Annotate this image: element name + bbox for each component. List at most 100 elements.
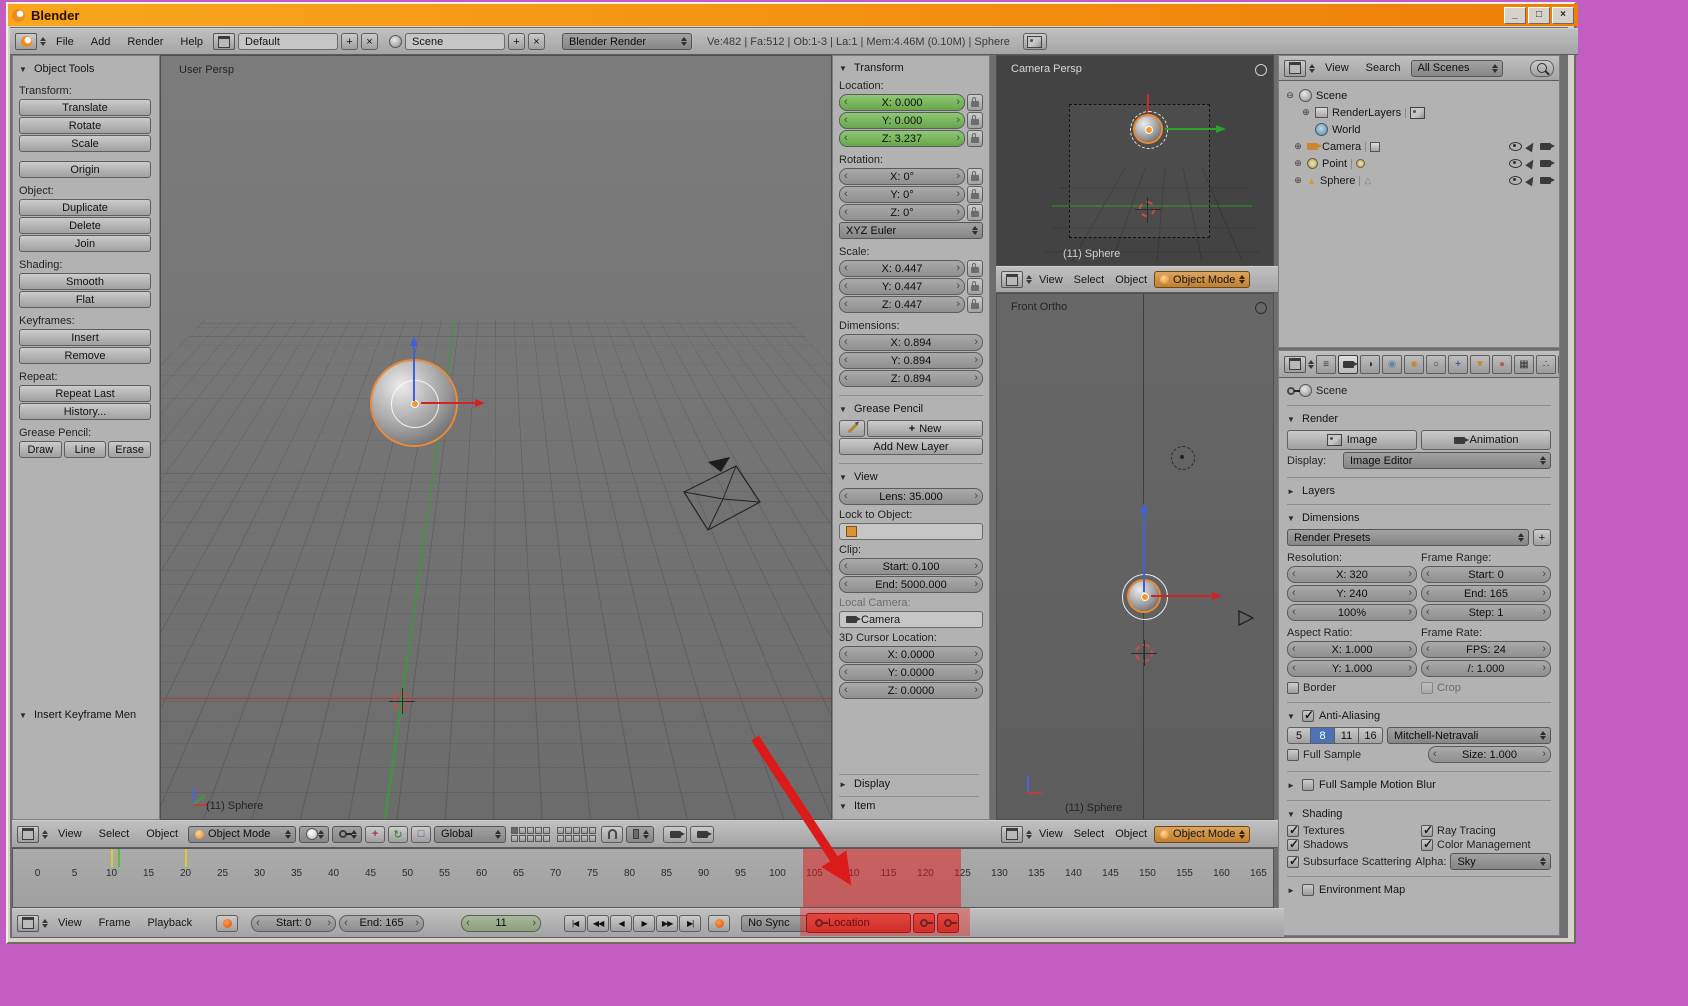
translate-button[interactable]: Translate	[19, 99, 151, 116]
resolution-pct-field[interactable]: 100%	[1287, 604, 1417, 621]
menu-playback[interactable]: Playback	[140, 917, 199, 929]
menu-search[interactable]: Search	[1359, 62, 1408, 74]
gp-draw-mode-button[interactable]	[839, 420, 865, 437]
aa-samples-16[interactable]: 16	[1359, 727, 1383, 744]
frame-start-field[interactable]: Start: 0	[1421, 566, 1551, 583]
snap-toggle[interactable]	[601, 825, 624, 843]
tab-texture[interactable]: ▦	[1514, 354, 1534, 374]
lock-rotation-z-button[interactable]	[967, 204, 983, 221]
frame-end-field[interactable]: End: 165	[339, 914, 425, 932]
editor-type-button[interactable]	[17, 825, 39, 843]
antialiasing-panel-header[interactable]: Anti-Aliasing	[1287, 702, 1551, 725]
add-preset-button[interactable]: +	[1533, 529, 1551, 546]
viewport-3d[interactable]: User Persp (11) Sphere	[160, 55, 832, 820]
aspect-x-field[interactable]: X: 1.000	[1287, 641, 1417, 658]
flat-button[interactable]: Flat	[19, 291, 151, 308]
screen-layout-icon[interactable]	[213, 33, 236, 50]
scale-x-field[interactable]: X: 0.447	[839, 260, 965, 277]
aa-size-field[interactable]: Size: 1.000	[1428, 746, 1551, 763]
selectable-cursor-icon[interactable]	[1525, 174, 1537, 187]
outliner-row-scene[interactable]: ⊖ Scene	[1285, 87, 1557, 104]
current-frame-field[interactable]: 11	[461, 914, 542, 932]
antialiasing-checkbox[interactable]	[1302, 708, 1314, 722]
dimensions-y-field[interactable]: Y: 0.894	[839, 352, 983, 369]
editor-selector-arrows[interactable]	[42, 919, 48, 928]
render-opengl-anim-button[interactable]	[690, 825, 715, 843]
viewport-menu-dot[interactable]	[1255, 302, 1267, 314]
editor-type-button[interactable]	[1284, 355, 1306, 373]
menu-object[interactable]: Object	[1111, 274, 1151, 286]
tab-physics[interactable]: ↻	[1558, 354, 1559, 374]
alpha-dropdown[interactable]: Sky	[1450, 853, 1551, 870]
renderable-camera-icon[interactable]	[1540, 143, 1555, 150]
repeat-last-button[interactable]: Repeat Last	[19, 385, 151, 402]
outliner-search-button[interactable]	[1530, 59, 1554, 77]
minimize-button[interactable]: _	[1504, 6, 1526, 24]
mode-dropdown[interactable]: Object Mode	[188, 825, 297, 843]
snap-mode-dropdown[interactable]	[626, 825, 655, 843]
close-layout-button[interactable]: ×	[361, 33, 379, 50]
add-scene-button[interactable]: +	[508, 33, 526, 50]
manipulator-x-arrow[interactable]	[421, 398, 485, 407]
crop-checkbox[interactable]	[1421, 682, 1433, 694]
fps-field[interactable]: FPS: 24	[1421, 641, 1551, 658]
dimensions-panel-header[interactable]: Dimensions	[1287, 504, 1551, 527]
manipulator-z-arrow[interactable]	[409, 336, 418, 401]
editor-selector-arrows[interactable]	[1309, 64, 1315, 73]
viewport-camera[interactable]: Camera Persp (11) Sphere	[996, 55, 1274, 266]
mode-dropdown[interactable]: Object Mode	[1154, 271, 1251, 288]
collapse-toggle[interactable]: ⊕	[1301, 107, 1311, 118]
editor-selector-arrows[interactable]	[1026, 830, 1032, 839]
titlebar[interactable]: Blender _ □ ×	[8, 4, 1578, 26]
menu-add[interactable]: Add	[84, 36, 118, 48]
duplicate-button[interactable]: Duplicate	[19, 199, 151, 216]
scenes-filter-dropdown[interactable]: All Scenes	[1410, 59, 1503, 77]
keying-set-field[interactable]: Location	[806, 913, 911, 933]
smooth-button[interactable]: Smooth	[19, 273, 151, 290]
menu-frame[interactable]: Frame	[92, 917, 138, 929]
editor-type-button[interactable]	[1001, 825, 1023, 843]
frame-start-field[interactable]: Start: 0	[251, 914, 337, 932]
resolution-x-field[interactable]: X: 320	[1287, 566, 1417, 583]
lock-scale-z-button[interactable]	[967, 296, 983, 313]
tab-object[interactable]: ■	[1404, 354, 1424, 374]
scale-z-field[interactable]: Z: 0.447	[839, 296, 965, 313]
outliner-row-world[interactable]: World	[1285, 121, 1557, 138]
lens-field[interactable]: Lens: 35.000	[839, 488, 983, 505]
manipulator-rotate-toggle[interactable]: ↻	[388, 825, 409, 843]
tab-render[interactable]	[1338, 354, 1358, 374]
menu-select[interactable]: Select	[1070, 274, 1109, 286]
manipulator-y-arrow[interactable]	[1165, 124, 1226, 133]
maximize-button[interactable]: □	[1528, 6, 1550, 24]
border-checkbox[interactable]	[1287, 682, 1299, 694]
editor-selector-arrows[interactable]	[40, 37, 46, 46]
record-button[interactable]	[708, 914, 731, 932]
rotation-y-field[interactable]: Y: 0°	[839, 186, 965, 203]
tab-scene[interactable]: ◑	[1360, 354, 1380, 374]
selectable-cursor-icon[interactable]	[1525, 140, 1537, 153]
aa-filter-dropdown[interactable]: Mitchell-Netravali	[1387, 727, 1551, 744]
aspect-y-field[interactable]: Y: 1.000	[1287, 660, 1417, 677]
cursor-z-field[interactable]: Z: 0.0000	[839, 682, 983, 699]
lock-location-x-button[interactable]	[967, 94, 983, 111]
editor-selector-arrows[interactable]	[42, 830, 48, 839]
local-camera-field[interactable]: Camera	[839, 611, 983, 628]
lock-scale-x-button[interactable]	[967, 260, 983, 277]
orientation-dropdown[interactable]: Global	[434, 825, 507, 843]
rotation-z-field[interactable]: Z: 0°	[839, 204, 965, 221]
viewport-front[interactable]: Front Ortho (11) Sphere	[996, 293, 1274, 820]
current-frame-marker[interactable]	[118, 849, 120, 867]
auto-keyframe-button[interactable]	[216, 914, 239, 932]
shading-panel-header[interactable]: Shading	[1287, 800, 1551, 823]
menu-help[interactable]: Help	[173, 36, 210, 48]
ray-tracing-checkbox[interactable]	[1421, 823, 1433, 837]
insert-keyframe-menu-panel-header[interactable]: Insert Keyframe Men	[19, 706, 136, 724]
screen-layout-field[interactable]: Default	[238, 33, 339, 50]
tab-render-context[interactable]: ≡	[1316, 354, 1336, 374]
collapse-toggle[interactable]: ⊕	[1293, 158, 1303, 169]
menu-file[interactable]: File	[49, 36, 81, 48]
collapse-toggle[interactable]: ⊕	[1293, 141, 1303, 152]
editor-type-button[interactable]	[15, 33, 37, 50]
outliner-row-point[interactable]: ⊕ Point	[1285, 155, 1557, 172]
object-tools-panel-header[interactable]: Object Tools	[19, 60, 153, 78]
